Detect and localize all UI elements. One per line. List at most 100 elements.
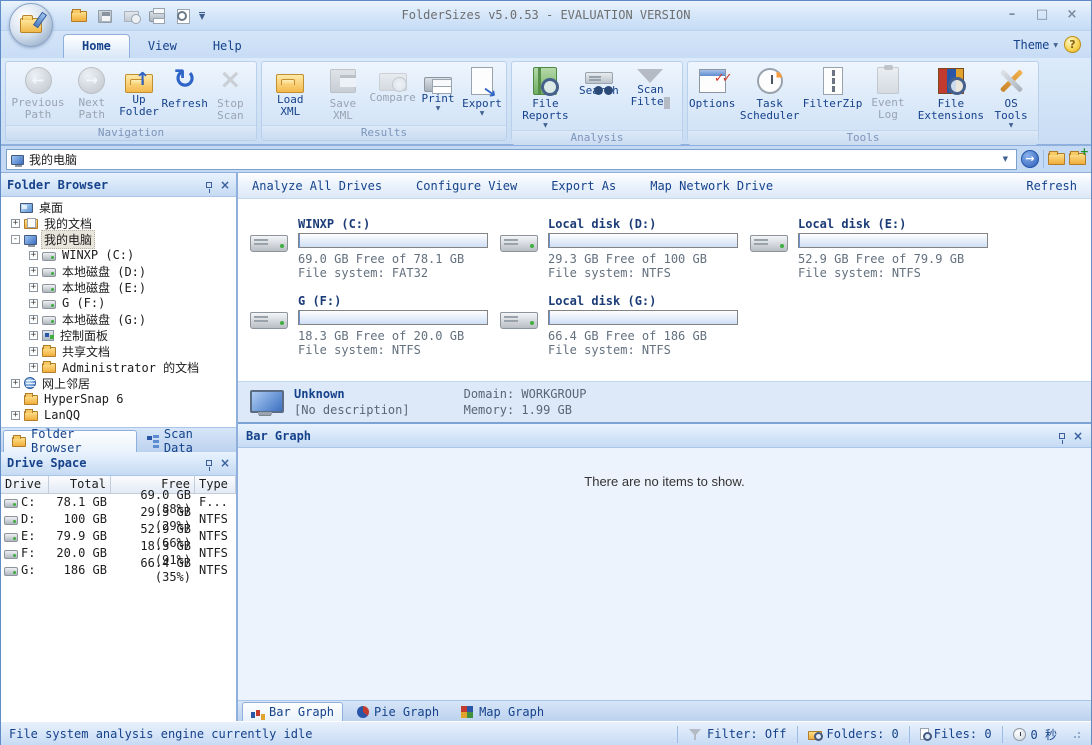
drive-tile-e[interactable]: Local disk (E:) 52.9 GB Free of 79.9 GB … [750, 217, 1091, 294]
column-header-type[interactable]: Type [195, 476, 236, 493]
file-extensions-button[interactable]: File Extensions [916, 63, 987, 130]
tree-item-drive-f[interactable]: + G (F:) [1, 295, 236, 311]
up-folder-button[interactable]: Up Folder [115, 63, 162, 125]
address-dropdown-icon[interactable]: ▼ [999, 155, 1012, 163]
tree-item-administrator-documents[interactable]: + Administrator 的文档 [1, 359, 236, 375]
browse-folder-button[interactable] [1048, 153, 1065, 165]
tree-item-drive-e[interactable]: + 本地磁盘 (E:) [1, 279, 236, 295]
resize-grip[interactable] [1073, 729, 1083, 739]
expander-icon[interactable]: + [29, 347, 38, 356]
tree-item-my-documents[interactable]: + 我的文档 [1, 215, 236, 231]
application-menu-button[interactable] [9, 3, 53, 47]
status-elapsed-time[interactable]: 0 秒 [1002, 726, 1067, 743]
column-header-total[interactable]: Total [49, 476, 111, 493]
drive-tile-f[interactable]: G (F:) 18.3 GB Free of 20.0 GB File syst… [250, 294, 500, 371]
tab-map-graph[interactable]: Map Graph [453, 702, 552, 721]
tree-item-control-panel[interactable]: + 控制面板 [1, 327, 236, 343]
expander-icon[interactable]: + [29, 363, 38, 372]
cell-type: NTFS [195, 512, 236, 526]
pin-icon[interactable] [1059, 433, 1065, 439]
close-panel-icon[interactable]: × [220, 457, 230, 469]
tab-folder-browser[interactable]: Folder Browser [3, 430, 137, 452]
file-reports-button[interactable]: File Reports ▼ [514, 63, 577, 130]
expander-icon[interactable]: + [11, 379, 20, 388]
drive-tile-g[interactable]: Local disk (G:) 66.4 GB Free of 186 GB F… [500, 294, 750, 371]
expander-icon[interactable]: + [29, 299, 38, 308]
column-header-drive[interactable]: Drive [1, 476, 49, 493]
compare-button[interactable]: Compare [369, 63, 416, 125]
expander-icon[interactable]: + [29, 283, 38, 292]
table-row-drive-g[interactable]: G: 186 GB 66.4 GB (35%) NTFS [1, 562, 236, 579]
tab-view[interactable]: View [130, 35, 195, 58]
tab-label: Scan Data [164, 427, 226, 455]
tree-item-drive-d[interactable]: + 本地磁盘 (D:) [1, 263, 236, 279]
expander-icon[interactable]: + [29, 331, 38, 340]
event-log-button[interactable]: Event Log [860, 63, 915, 130]
filterzip-button[interactable]: FilterZip [805, 63, 860, 130]
drive-tile-c[interactable]: WINXP (C:) 69.0 GB Free of 78.1 GB File … [250, 217, 500, 294]
tree-item-my-computer[interactable]: - 我的电脑 [1, 231, 236, 247]
close-panel-icon[interactable]: × [1073, 430, 1083, 442]
previous-path-button[interactable]: ← Previous Path [8, 63, 68, 125]
search-button[interactable]: Search [577, 63, 621, 130]
expander-icon[interactable]: + [11, 219, 20, 228]
go-button[interactable]: → [1021, 150, 1039, 168]
next-path-button[interactable]: → Next Path [68, 63, 115, 125]
tree-item-lanqq[interactable]: + LanQQ [1, 407, 236, 423]
drive-tile-d[interactable]: Local disk (D:) 29.3 GB Free of 100 GB F… [500, 217, 750, 294]
load-xml-button[interactable]: Load XML [264, 63, 317, 125]
pin-icon[interactable] [206, 460, 212, 466]
expander-icon[interactable]: + [29, 315, 38, 324]
cell-type: F... [195, 495, 236, 509]
tab-pie-graph[interactable]: Pie Graph [349, 702, 447, 721]
map-network-drive-button[interactable]: Map Network Drive [650, 179, 773, 193]
help-icon[interactable]: ? [1064, 36, 1081, 53]
maximize-button[interactable]: □ [1033, 7, 1051, 22]
tree-item-drive-c[interactable]: + WINXP (C:) [1, 247, 236, 263]
address-input[interactable]: 我的电脑 ▼ [6, 149, 1017, 170]
expander-icon[interactable]: + [29, 267, 38, 276]
tree-item-shared-documents[interactable]: + 共享文档 [1, 343, 236, 359]
expander-icon[interactable]: - [11, 235, 20, 244]
refresh-button[interactable]: ↻ Refresh [163, 63, 207, 125]
expander-icon[interactable]: + [29, 251, 38, 260]
tree-item-hypersnap[interactable]: HyperSnap 6 [1, 391, 236, 407]
export-button[interactable]: Export ▼ [460, 63, 504, 125]
close-button[interactable]: × [1063, 7, 1081, 22]
tree-item-desktop[interactable]: 桌面 [1, 199, 236, 215]
new-folder-button[interactable] [1069, 153, 1086, 165]
pin-icon[interactable] [206, 182, 212, 188]
print-button[interactable]: Print ▼ [416, 63, 460, 125]
status-folders[interactable]: Folders: 0 [797, 726, 909, 743]
status-files[interactable]: Files: 0 [909, 726, 1002, 743]
tab-help[interactable]: Help [195, 35, 260, 58]
refresh-view-button[interactable]: Refresh [1026, 179, 1077, 193]
close-panel-icon[interactable]: × [220, 179, 230, 191]
stop-scan-button[interactable]: × Stop Scan [207, 63, 254, 125]
status-filter[interactable]: Filter: Off [677, 726, 796, 743]
button-label: Refresh [162, 98, 208, 110]
expander-icon[interactable]: + [11, 411, 20, 420]
os-tools-button[interactable]: OS Tools ▼ [986, 63, 1036, 130]
export-as-button[interactable]: Export As [551, 179, 616, 193]
options-button[interactable]: Options [690, 63, 734, 130]
cell-total: 79.9 GB [49, 529, 111, 543]
minimize-button[interactable]: – [1003, 7, 1021, 22]
computer-summary-row[interactable]: Unknown [No description] Domain: WORKGRO… [238, 381, 1091, 424]
tab-scan-data[interactable]: Scan Data [139, 430, 234, 452]
save-xml-button[interactable]: Save XML [317, 63, 370, 125]
analyze-all-drives-button[interactable]: Analyze All Drives [252, 179, 382, 193]
task-scheduler-button[interactable]: Task Scheduler [734, 63, 805, 130]
tree-item-network-places[interactable]: + 网上邻居 [1, 375, 236, 391]
configure-view-button[interactable]: Configure View [416, 179, 517, 193]
tab-bar-graph[interactable]: Bar Graph [242, 702, 343, 721]
scan-filter-button[interactable]: Scan Filter [621, 63, 680, 130]
tab-home[interactable]: Home [63, 34, 130, 58]
drive-space-header: Drive Space × [1, 452, 236, 476]
folder-icon [24, 411, 38, 421]
server-binoculars-icon [585, 72, 613, 84]
tree-item-label: 本地磁盘 (D:) [60, 263, 148, 280]
tree-item-drive-g[interactable]: + 本地磁盘 (G:) [1, 311, 236, 327]
hard-drive-icon [250, 235, 288, 252]
theme-dropdown[interactable]: Theme [1013, 38, 1058, 52]
